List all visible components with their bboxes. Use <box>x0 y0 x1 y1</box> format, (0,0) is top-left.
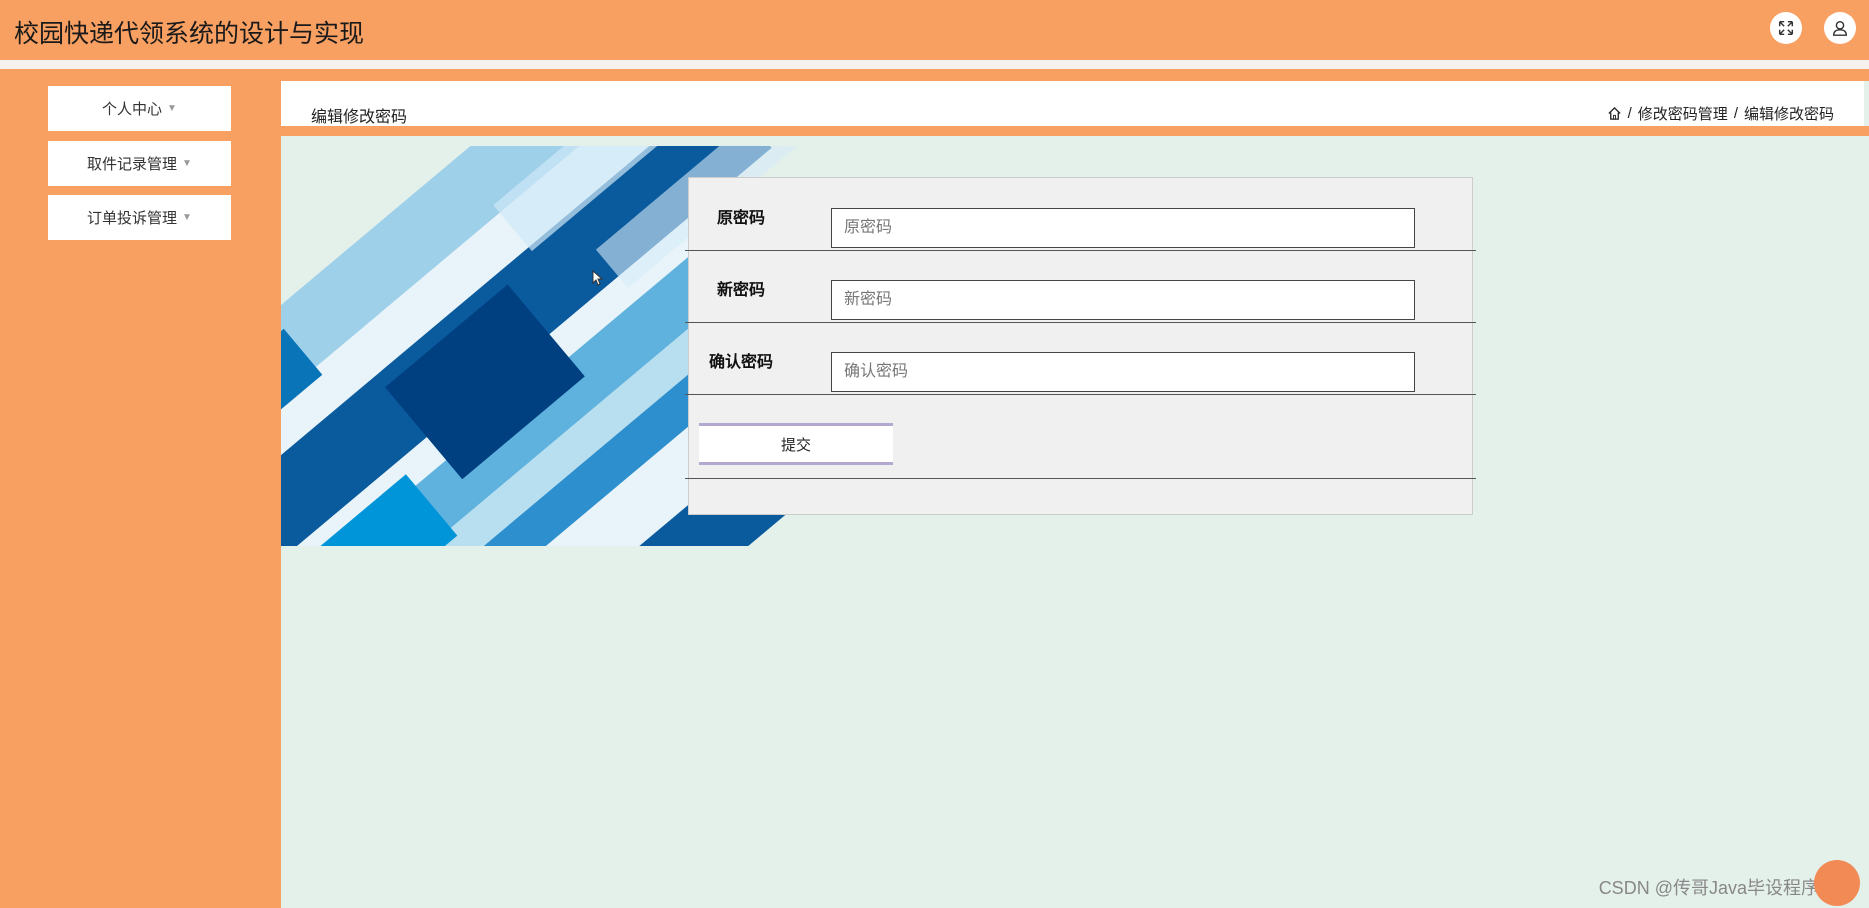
app-title: 校园快递代领系统的设计与实现 <box>14 20 365 48</box>
user-icon <box>1832 20 1848 36</box>
sidebar-item-label: 取件记录管理 <box>87 156 178 173</box>
top-header: 校园快递代领系统的设计与实现 <box>0 0 1869 60</box>
form-row-new-password: 新密码 <box>685 250 1476 323</box>
form-row-confirm-password: 确认密码 <box>685 322 1476 395</box>
old-password-input[interactable] <box>831 208 1415 248</box>
form-divider <box>685 478 1476 479</box>
new-password-input[interactable] <box>831 280 1415 320</box>
home-icon[interactable] <box>1607 106 1622 121</box>
sidebar: 个人中心 ▼ 取件记录管理 ▼ 订单投诉管理 ▼ <box>0 69 281 908</box>
sidebar-item-pickup-records[interactable]: 取件记录管理 ▼ <box>48 141 231 186</box>
breadcrumb-separator: / <box>1627 105 1632 122</box>
breadcrumb-item-password-management[interactable]: 修改密码管理 <box>1638 103 1728 124</box>
mouse-cursor-icon <box>592 270 604 286</box>
confirm-password-input[interactable] <box>831 352 1415 392</box>
breadcrumb-separator: / <box>1733 105 1738 122</box>
caret-down-icon: ▼ <box>167 103 177 114</box>
breadcrumb: / 修改密码管理 / 编辑修改密码 <box>1607 103 1834 124</box>
caret-down-icon: ▼ <box>182 212 192 223</box>
submit-button[interactable]: 提交 <box>699 423 893 465</box>
page-title: 编辑修改密码 <box>311 109 408 126</box>
new-password-label: 新密码 <box>716 282 765 299</box>
content-header-band <box>281 126 1869 136</box>
caret-down-icon: ▼ <box>182 158 192 169</box>
user-button[interactable] <box>1824 12 1856 44</box>
confirm-password-label: 确认密码 <box>708 354 773 371</box>
sidebar-item-label: 个人中心 <box>102 101 163 118</box>
fullscreen-icon <box>1778 20 1794 36</box>
sidebar-item-label: 订单投诉管理 <box>87 210 178 227</box>
header-divider <box>0 60 1869 69</box>
change-password-form: 原密码 新密码 确认密码 提交 <box>685 177 1476 515</box>
floating-action-button[interactable] <box>1814 860 1860 906</box>
old-password-label: 原密码 <box>716 210 765 227</box>
fullscreen-button[interactable] <box>1770 12 1802 44</box>
content-header: 编辑修改密码 / 修改密码管理 / 编辑修改密码 <box>281 81 1864 126</box>
sidebar-item-order-complaints[interactable]: 订单投诉管理 ▼ <box>48 195 231 240</box>
breadcrumb-item-current: 编辑修改密码 <box>1743 106 1834 123</box>
form-row-old-password: 原密码 <box>685 178 1476 251</box>
sidebar-item-personal-center[interactable]: 个人中心 ▼ <box>48 86 231 131</box>
